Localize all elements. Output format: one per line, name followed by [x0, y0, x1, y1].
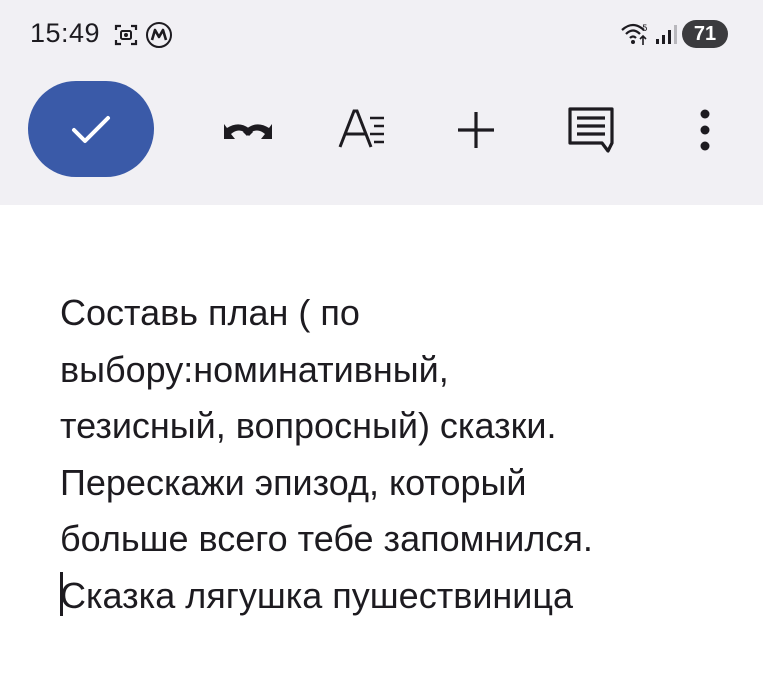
comment-icon[interactable] — [565, 104, 617, 156]
top-bar: 15:49 5 71 — [0, 0, 763, 205]
done-button[interactable] — [28, 81, 154, 177]
svg-text:5: 5 — [642, 24, 648, 34]
more-vert-icon[interactable] — [695, 108, 715, 152]
status-time: 15:49 — [30, 18, 101, 48]
wifi-icon: 5 — [621, 23, 648, 45]
document-line[interactable]: Перескажи эпизод, который — [60, 455, 750, 512]
document-line[interactable]: больше всего тебе запомнился. — [60, 511, 750, 568]
document-line-text: Сказка лягушка пушествиница — [60, 574, 574, 616]
app-notification-icon — [146, 22, 172, 48]
check-icon — [72, 116, 110, 143]
battery-level: 71 — [693, 23, 717, 45]
document-line[interactable]: Составь план ( по — [60, 285, 750, 342]
document-line[interactable]: тезисный, вопросный) сказки. — [60, 398, 750, 455]
add-icon[interactable] — [455, 109, 497, 151]
document-body[interactable]: Составь план ( по выбору:номинативный, т… — [60, 285, 750, 624]
document-line-with-cursor[interactable]: Сказка лягушка пушествиница — [60, 568, 750, 625]
status-bar: 15:49 5 71 — [0, 0, 763, 72]
document-line[interactable]: выбору:номинативный, — [60, 342, 750, 399]
undo-redo-icon[interactable] — [222, 113, 274, 147]
battery-icon: 71 — [682, 20, 728, 48]
text-format-icon[interactable] — [337, 106, 387, 152]
screenshot-icon — [114, 24, 138, 46]
signal-icon — [656, 25, 677, 44]
